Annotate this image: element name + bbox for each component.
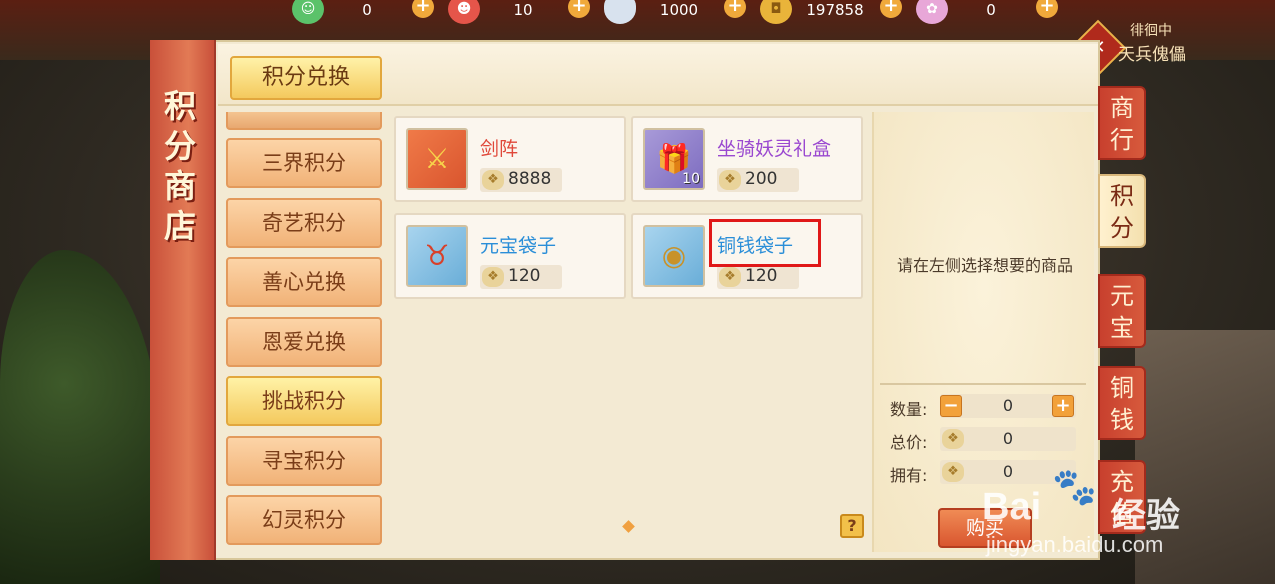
currency-copper: ◘ 197858 + [758,0,914,24]
copper-coin-icon: ◘ [760,0,792,24]
tab-label: 分 [1110,214,1134,242]
item-price: ❖ 200 [717,168,799,192]
item-price: ❖ 120 [717,265,799,289]
detail-placeholder: 请在左侧选择想要的商品 [896,256,1073,275]
menu-item[interactable]: 善心兑换 [226,257,382,307]
points-coin-icon: ❖ [942,462,964,482]
points-coin-icon: ❖ [482,170,504,190]
annotation-highlight-box [709,219,821,267]
paw-icon: 🐾 [1052,467,1097,508]
menu-item-active[interactable]: 挑战积分 [226,376,382,426]
decrease-quantity-button[interactable]: − [940,395,962,417]
menu-item[interactable]: 恩爱兑换 [226,317,382,367]
tab-label: 商 [1110,94,1134,122]
add-currency-button[interactable]: + [724,0,746,18]
item-card[interactable]: ♉ 元宝袋子 ❖ 120 [394,213,626,299]
add-currency-button[interactable]: + [412,0,434,18]
tab-label: 钱 [1110,406,1134,434]
points-coin-icon: ❖ [482,267,504,287]
tab-label: 铜 [1110,374,1134,402]
coin-bag-icon: ◉ [643,225,705,287]
quantity-label: 数量: [890,400,928,419]
menu-item[interactable]: 幻灵积分 [226,495,382,545]
status-text: 徘徊中 [1130,23,1172,39]
divider [880,383,1086,385]
menu-item[interactable]: 奇艺积分 [226,198,382,248]
tab-copper[interactable]: 铜 钱 [1098,366,1146,440]
currency-value: 0 [362,1,372,19]
silver-ingot-icon [604,0,636,24]
points-coin-icon: ❖ [942,429,964,449]
currency-red: ☻ 10 + [446,0,602,24]
item-name: 元宝袋子 [480,235,557,257]
tab-shop[interactable]: 商 行 [1098,86,1146,160]
price-value: 200 [745,169,778,189]
item-name: 剑阵 [480,138,519,160]
increase-quantity-button[interactable]: + [1052,395,1074,417]
tab-label: 宝 [1110,314,1134,342]
currency-silver: 1000 + [602,0,758,24]
tab-label: 积 [1110,182,1134,210]
item-price: ❖ 120 [480,265,562,289]
currency-value: 1000 [659,1,699,19]
item-card[interactable]: ⚔ 剑阵 ❖ 8888 [394,116,626,202]
mount-gift-box-icon: 🎁 10 [643,128,705,190]
price-value: 120 [745,266,778,286]
menu-item[interactable]: 寻宝积分 [226,436,382,486]
sword-array-icon: ⚔ [406,128,468,190]
currency-value: 197858 [806,1,864,19]
ingot-bag-icon: ♉ [406,225,468,287]
total-price-label: 总价: [890,433,928,452]
item-card[interactable]: 🎁 10 坐骑妖灵礼盒 ❖ 200 [631,116,863,202]
watermark-url: jingyan.baidu.com [986,532,1164,557]
currency-green: ☺ 0 + [290,0,446,24]
points-coin-icon: ❖ [719,170,741,190]
menu-item[interactable]: 三界积分 [226,138,382,188]
currency-pink: ✿ 0 + [914,0,1070,24]
watermark-brand: Bai [982,486,1042,528]
tab-label: 元 [1110,282,1134,310]
add-currency-button[interactable]: + [880,0,902,18]
red-spirit-icon: ☻ [448,0,480,24]
shop-title-banner: 积分商店 [150,40,216,560]
currency-bar: ☺ 0 + ☻ 10 + 1000 + ◘ 197858 + ✿ 0 + [290,0,1070,24]
tab-points-exchange[interactable]: 积分兑换 [230,56,382,100]
pink-pet-icon: ✿ [916,0,948,24]
tab-label: 行 [1110,126,1134,154]
item-price: ❖ 8888 [480,168,562,192]
price-value: 120 [508,266,541,286]
tab-points[interactable]: 积 分 [1098,174,1146,248]
help-button[interactable]: ? [840,514,864,538]
owned-label: 拥有: [890,466,928,485]
shop-title: 积分商店 [164,87,197,245]
baidu-watermark: Bai 🐾 经验 jingyan.baidu.com [982,466,1222,566]
add-currency-button[interactable]: + [568,0,590,18]
currency-value: 10 [513,1,533,19]
add-currency-button[interactable]: + [1036,0,1058,18]
currency-value: 0 [986,1,996,19]
menu-scroll-edge [226,112,382,130]
status-target: 天兵傀儡 [1118,45,1186,65]
points-coin-icon: ❖ [719,267,741,287]
watermark-brand2: 经验 [1112,496,1180,536]
green-spirit-icon: ☺ [292,0,324,24]
price-value: 8888 [508,169,552,189]
tab-ingot[interactable]: 元 宝 [1098,274,1146,348]
scene-tree [0,250,160,584]
item-quantity: 10 [682,171,700,187]
item-name: 坐骑妖灵礼盒 [717,138,832,160]
